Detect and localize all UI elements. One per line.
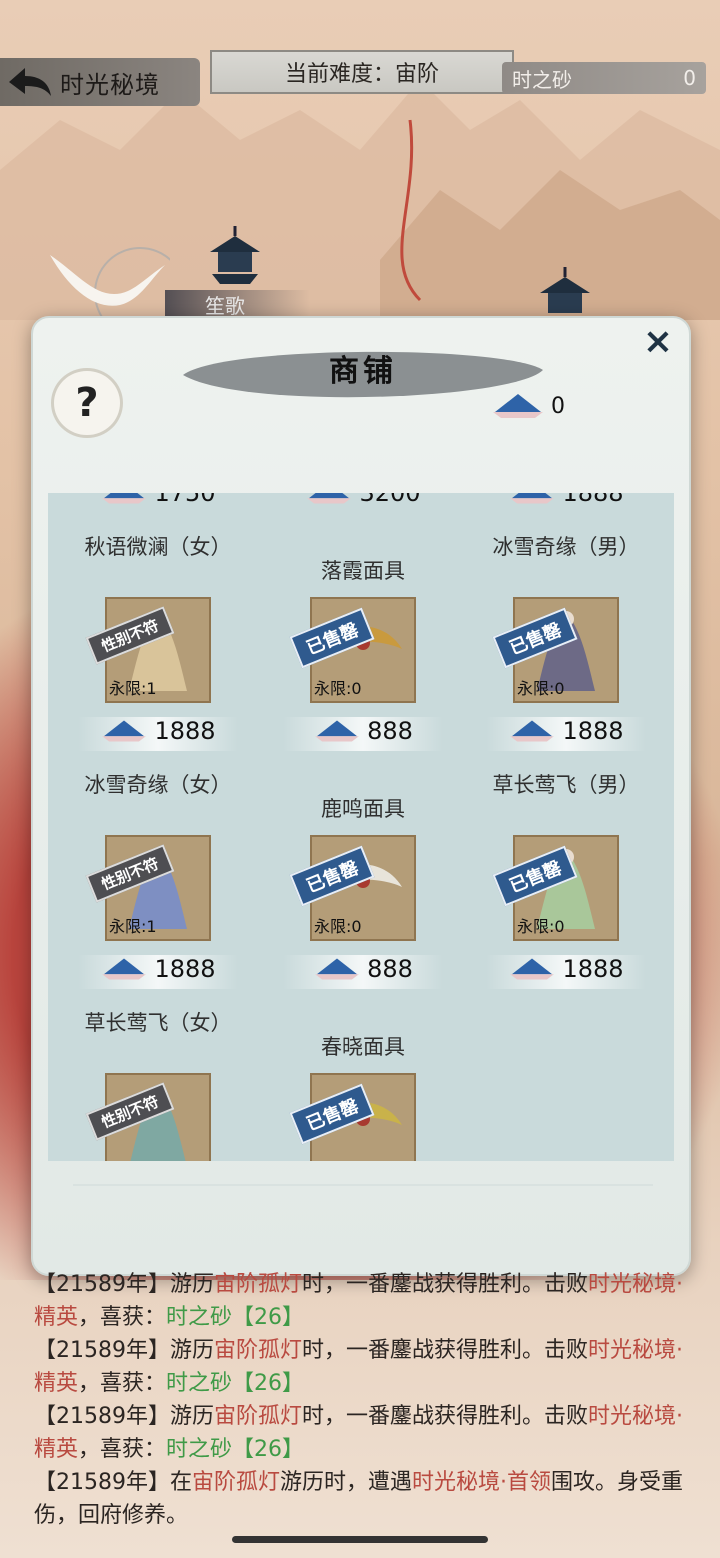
back-arrow-icon [0, 58, 60, 106]
item-price: 1888 [466, 955, 666, 983]
price-value: 888 [367, 717, 413, 745]
item-price-top: 3200 [263, 493, 463, 507]
help-button[interactable]: ? [51, 368, 123, 438]
sand-value: 0 [683, 66, 696, 90]
log-text: ，喜获： [78, 1305, 167, 1330]
jade-hat-icon [102, 493, 147, 504]
log-reward: 时之砂 [166, 1305, 233, 1330]
back-button[interactable]: 时光秘境 [0, 58, 200, 106]
price-value: 1888 [562, 717, 624, 745]
log-text: 【21589年】 [34, 1338, 170, 1363]
item-limit: 永限:0 [314, 679, 362, 698]
log-entry: 【21589年】游历宙阶孤灯时，一番鏖战获得胜利。击败时光秘境·精英，喜获：时之… [34, 1400, 694, 1466]
shop-title: 商铺 [329, 354, 397, 389]
price-value: 3200 [359, 493, 421, 507]
item-name: 春晓面具 [321, 1035, 405, 1059]
jade-hat-icon [493, 394, 543, 418]
price-value: 1888 [154, 955, 216, 983]
log-text: 游历 [170, 1338, 215, 1363]
item-price: 1888 [58, 955, 258, 983]
sand-label: 时之砂 [512, 67, 572, 92]
log-highlight: 宙阶孤灯 [214, 1404, 303, 1429]
currency-display: 0 [491, 390, 565, 422]
item-name: 冰雪奇缘（男） [492, 535, 640, 559]
jade-hat-icon [510, 958, 555, 980]
log-highlight: 宙阶孤灯 [214, 1272, 303, 1297]
player-name-tag: 笙歌 [165, 290, 310, 318]
log-reward: 时之砂 [166, 1437, 233, 1462]
log-reward: 【26】 [232, 1305, 305, 1330]
log-reward: 【26】 [232, 1371, 305, 1396]
item-limit: 永限:0 [314, 917, 362, 936]
item-limit: 永限:1 [109, 917, 157, 936]
item-price: 888 [263, 955, 463, 983]
battle-log: 【21589年】游历宙阶孤灯时，一番鏖战获得胜利。击败时光秘境·精英，喜获：时之… [34, 1268, 694, 1532]
item-price-top: 1750 [58, 493, 258, 507]
log-text: 时，一番鏖战获得胜利。击败 [302, 1404, 589, 1429]
item-name: 秋语微澜（女） [84, 535, 232, 559]
log-text: 【21589年】 [34, 1272, 170, 1297]
jade-hat-icon [102, 720, 147, 742]
log-text: 【21589年】 [34, 1404, 170, 1429]
footer-divider [73, 1184, 653, 1186]
price-value: 1750 [154, 493, 216, 507]
price-value: 1888 [562, 955, 624, 983]
log-text: 时，一番鏖战获得胜利。击败 [302, 1272, 589, 1297]
item-price: 1888 [466, 717, 666, 745]
log-text: 【21589年】 [34, 1470, 170, 1495]
jade-hat-icon [315, 720, 359, 742]
log-text: 游历 [170, 1404, 215, 1429]
currency-value: 0 [551, 393, 565, 419]
log-reward: 【26】 [232, 1437, 305, 1462]
item-name: 鹿鸣面具 [321, 797, 405, 821]
crane-avatar-icon[interactable] [40, 245, 170, 325]
jade-hat-icon [307, 493, 352, 504]
jade-hat-icon [510, 720, 555, 742]
item-name: 草长莺飞（女） [84, 1011, 232, 1035]
jade-hat-icon [315, 958, 359, 980]
item-price-top: 1888 [466, 493, 666, 507]
shop-item-list[interactable]: 1750 3200 1888 秋语微澜（女） 永限:1 性别不符 1888 落霞面具 永限:0 已… [48, 493, 674, 1161]
log-text: 游历时，遭遇 [280, 1470, 413, 1495]
log-highlight: 宙阶孤灯 [192, 1470, 281, 1495]
log-entry: 【21589年】游历宙阶孤灯时，一番鏖战获得胜利。击败时光秘境·精英，喜获：时之… [34, 1268, 694, 1334]
item-limit: 永限:0 [517, 679, 565, 698]
pagoda-icon[interactable] [200, 222, 270, 292]
item-limit: 永限:0 [517, 917, 565, 936]
log-highlight: 宙阶孤灯 [214, 1338, 303, 1363]
difficulty-banner: 当前难度：宙阶 [210, 50, 514, 94]
price-value: 1888 [562, 493, 624, 507]
player-name: 笙歌 [205, 293, 245, 318]
home-indicator[interactable] [232, 1536, 488, 1543]
item-name: 草长莺飞（男） [492, 773, 640, 797]
log-highlight: 时光秘境·首领 [412, 1470, 552, 1495]
shop-modal: 商铺 × ? 0 1750 3200 1888 秋语微澜（女） 永限:1 性别不符 1888… [31, 316, 691, 1276]
sand-counter: 时之砂 0 [502, 62, 706, 94]
item-price: 1888 [58, 717, 258, 745]
item-limit: 永限:1 [109, 679, 157, 698]
item-name: 落霞面具 [321, 559, 405, 583]
log-text: 游历 [170, 1272, 215, 1297]
item-name: 冰雪奇缘（女） [84, 773, 232, 797]
log-text: ，喜获： [78, 1437, 167, 1462]
jade-hat-icon [102, 958, 147, 980]
log-text: 时，一番鏖战获得胜利。击败 [302, 1338, 589, 1363]
log-text: 在 [170, 1470, 193, 1495]
price-value: 888 [367, 955, 413, 983]
log-entry: 【21589年】在宙阶孤灯游历时，遭遇时光秘境·首领围攻。身受重伤，回府修养。 [34, 1466, 694, 1532]
log-text: ，喜获： [78, 1371, 167, 1396]
page-title: 时光秘境 [60, 70, 160, 99]
close-icon[interactable]: × [637, 320, 679, 362]
log-reward: 时之砂 [166, 1371, 233, 1396]
price-value: 1888 [154, 717, 216, 745]
jade-hat-icon [510, 493, 555, 504]
log-entry: 【21589年】游历宙阶孤灯时，一番鏖战获得胜利。击败时光秘境·精英，喜获：时之… [34, 1334, 694, 1400]
item-price: 888 [263, 717, 463, 745]
